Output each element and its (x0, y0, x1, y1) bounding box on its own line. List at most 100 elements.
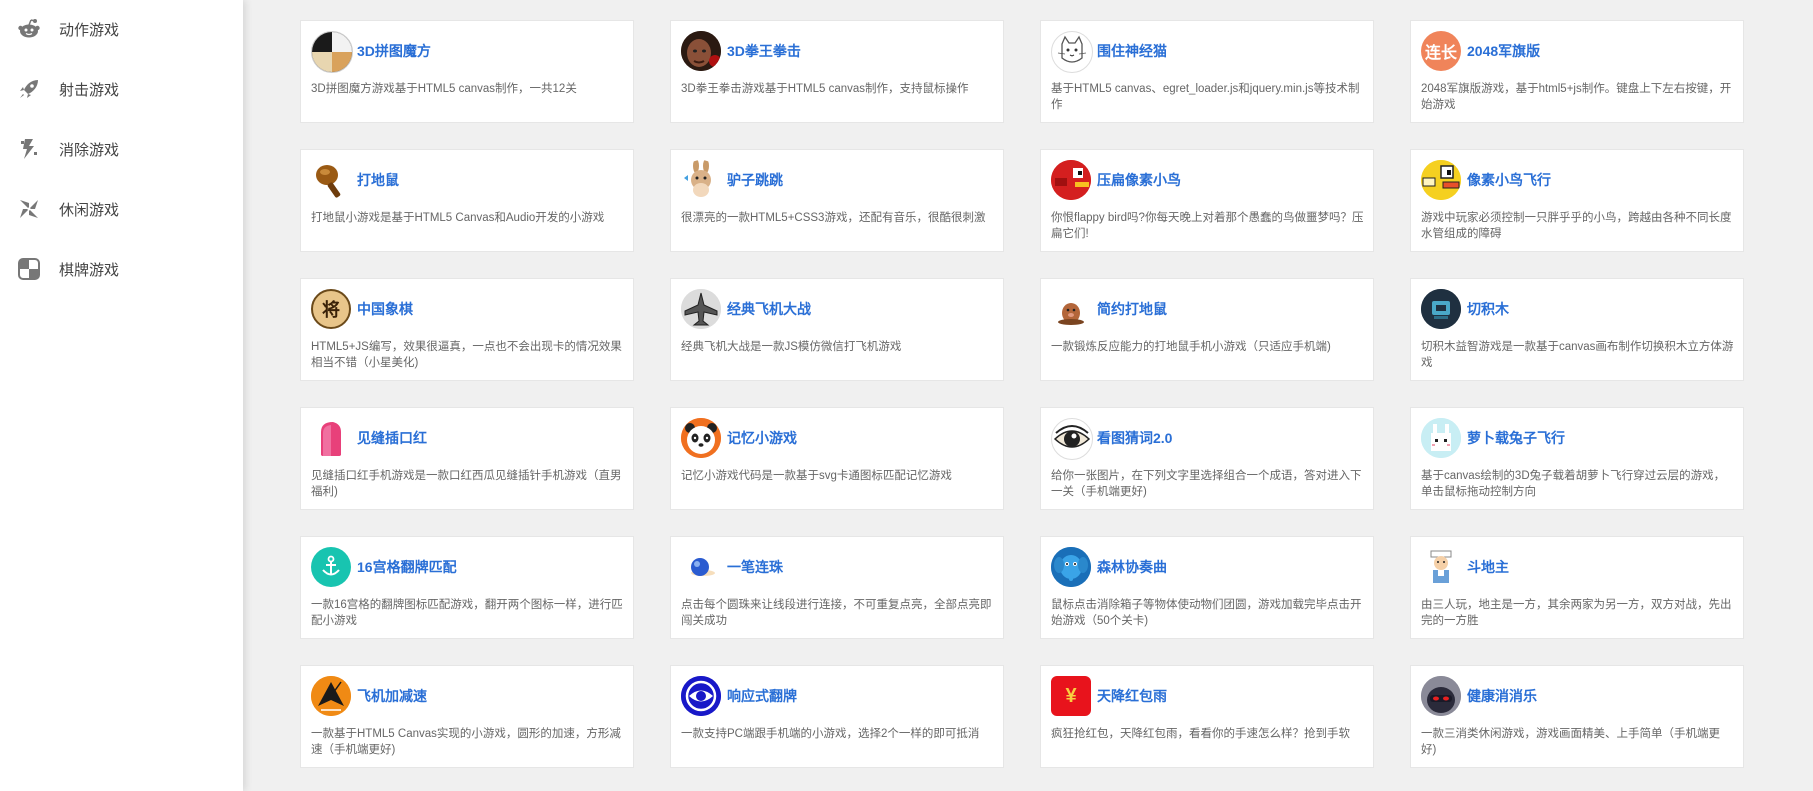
game-card[interactable]: 斗地主 由三人玩，地主是一方，其余两家为另一方，双方对战，先出完的一方胜 (1410, 536, 1744, 639)
reddit-alien-icon (17, 17, 41, 41)
game-card[interactable]: 萝卜载兔子飞行 基于canvas绘制的3D兔子载着胡萝卜飞行穿过云层的游戏，单击… (1410, 407, 1744, 510)
game-title: 斗地主 (1467, 559, 1509, 575)
game-card[interactable]: 一笔连珠 点击每个圆珠来让线段进行连接，不可重复点亮，全部点亮即闯关成功 (670, 536, 1004, 639)
badge-text: 连长 (1424, 45, 1457, 62)
red-envelope-icon: ¥ (1051, 676, 1091, 716)
eye-icon (1051, 418, 1093, 460)
game-title: 记忆小游戏 (727, 430, 797, 446)
game-grid: 3D拼图魔方 3D拼图魔方游戏基于HTML5 canvas制作，一共12关 3D… (243, 0, 1813, 791)
game-title: 看图猜词2.0 (1097, 430, 1173, 446)
game-card[interactable]: 像素小鸟飞行 游戏中玩家必须控制一只胖乎乎的小鸟，跨越由各种不同长度水管组成的障… (1410, 149, 1744, 252)
game-title: 驴子跳跳 (727, 172, 783, 188)
game-description: 一款三消类休闲游戏，游戏画面精美、上手简单（手机端更好) (1421, 728, 1720, 756)
sidebar-item-action[interactable]: 动作游戏 (0, 5, 243, 53)
boxer-face-icon (681, 31, 721, 71)
game-title: 中国象棋 (357, 301, 413, 317)
sidebar-item-label: 消除游戏 (59, 141, 120, 159)
game-card[interactable]: 经典飞机大战 经典飞机大战是一款JS模仿微信打飞机游戏 (670, 278, 1004, 381)
lightning-icon (17, 137, 41, 161)
game-card[interactable]: 森林协奏曲 鼠标点击消除箱子等物体使动物们团圆，游戏加载完毕点击开始游戏（50个… (1040, 536, 1374, 639)
game-card[interactable]: 围住神经猫 基于HTML5 canvas、egret_loader.js和jqu… (1040, 20, 1374, 123)
game-card[interactable]: 见缝插口红 见缝插口红手机游戏是一款口红西瓜见缝插针手机游戏（直男福利) (300, 407, 634, 510)
game-description: 由三人玩，地主是一方，其余两家为另一方，双方对战，先出完的一方胜 (1421, 599, 1732, 627)
rocket-icon (17, 77, 41, 101)
game-description: 基于canvas绘制的3D兔子载着胡萝卜飞行穿过云层的游戏，单击鼠标拖动控制方向 (1421, 470, 1726, 498)
game-title: 压扁像素小鸟 (1097, 172, 1181, 188)
farmer-icon (1421, 547, 1461, 587)
game-description: 基于HTML5 canvas、egret_loader.js和jquery.mi… (1051, 83, 1360, 111)
game-description: 切积木益智游戏是一款基于canvas画布制作切换积木立方体游戏 (1421, 341, 1734, 369)
donkey-icon (681, 160, 721, 200)
game-card[interactable]: 简约打地鼠 一款锻炼反应能力的打地鼠手机小游戏（只适应手机端) (1040, 278, 1374, 381)
game-card[interactable]: 3D拳王拳击 3D拳王拳击游戏基于HTML5 canvas制作，支持鼠标操作 (670, 20, 1004, 123)
game-description: HTML5+JS编写，效果很逼真，一点也不会出现卡的情况效果相当不错（小星美化) (311, 341, 622, 369)
anchor-icon (311, 547, 351, 587)
game-title: 响应式翻牌 (727, 688, 797, 704)
game-card[interactable]: 打地鼠 打地鼠小游戏是基于HTML5 Canvas和Audio开发的小游戏 (300, 149, 634, 252)
chess-piece-icon: 将 (311, 289, 351, 329)
game-card[interactable]: 将 中国象棋 HTML5+JS编写，效果很逼真，一点也不会出现卡的情况效果相当不… (300, 278, 634, 381)
game-card[interactable]: 驴子跳跳 很漂亮的一款HTML5+CSS3游戏，还配有音乐，很酷很刺激 (670, 149, 1004, 252)
sidebar-item-chess-cards[interactable]: 棋牌游戏 (0, 245, 243, 293)
panda-icon (681, 418, 721, 458)
game-title: 切积木 (1467, 301, 1509, 317)
game-description: 记忆小游戏代码是一款基于svg卡通图标匹配记忆游戏 (681, 470, 952, 482)
game-description: 点击每个圆珠来让线段进行连接，不可重复点亮，全部点亮即闯关成功 (681, 599, 992, 627)
game-title: 天降红包雨 (1097, 688, 1167, 704)
game-description: 疯狂抢红包，天降红包雨，看看你的手速怎么样？抢到手软 (1051, 728, 1350, 740)
game-title: 2048军旗版 (1467, 43, 1541, 59)
mallet-icon (311, 160, 351, 200)
game-card[interactable]: 切积木 切积木益智游戏是一款基于canvas画布制作切换积木立方体游戏 (1410, 278, 1744, 381)
game-description: 3D拼图魔方游戏基于HTML5 canvas制作，一共12关 (311, 83, 577, 95)
game-title: 简约打地鼠 (1097, 301, 1167, 317)
eye-ring-icon (681, 676, 721, 716)
rabbit-icon (1421, 418, 1461, 458)
game-card[interactable]: 16宫格翻牌匹配 一款16宫格的翻牌图标匹配游戏，翻开两个图标一样，进行匹配小游… (300, 536, 634, 639)
block-icon (1421, 289, 1461, 329)
game-card[interactable]: 健康消消乐 一款三消类休闲游戏，游戏画面精美、上手简单（手机端更好) (1410, 665, 1744, 768)
jet-icon (311, 676, 351, 716)
game-title: 见缝插口红 (357, 430, 427, 446)
lipstick-icon (311, 418, 351, 458)
game-description: 一款基于HTML5 Canvas实现的小游戏，圆形的加速，方形减速（手机端更好) (311, 728, 621, 756)
sidebar-item-elimination[interactable]: 消除游戏 (0, 125, 243, 173)
game-card[interactable]: 3D拼图魔方 3D拼图魔方游戏基于HTML5 canvas制作，一共12关 (300, 20, 634, 123)
game-title: 像素小鸟飞行 (1467, 172, 1551, 188)
game-card[interactable]: ¥ 天降红包雨 疯狂抢红包，天降红包雨，看看你的手速怎么样？抢到手软 (1040, 665, 1374, 768)
game-card[interactable]: 响应式翻牌 一款支持PC端跟手机端的小游戏，选择2个一样的即可抵消 (670, 665, 1004, 768)
yellow-bird-icon (1421, 160, 1461, 200)
board-grid-icon (17, 257, 41, 281)
sidebar-item-label: 射击游戏 (59, 81, 120, 99)
game-description: 3D拳王拳击游戏基于HTML5 canvas制作，支持鼠标操作 (681, 83, 969, 95)
game-description: 很漂亮的一款HTML5+CSS3游戏，还配有音乐，很酷很刺激 (681, 212, 986, 224)
plane-icon (681, 289, 721, 329)
game-title: 萝卜载兔子飞行 (1467, 430, 1565, 446)
game-card[interactable]: 记忆小游戏 记忆小游戏代码是一款基于svg卡通图标匹配记忆游戏 (670, 407, 1004, 510)
game-title: 3D拼图魔方 (357, 43, 431, 59)
game-title: 一笔连珠 (727, 559, 783, 575)
sidebar-item-shooting[interactable]: 射击游戏 (0, 65, 243, 113)
game-description: 见缝插口红手机游戏是一款口红西瓜见缝插针手机游戏（直男福利) (311, 470, 622, 498)
ninja-icon (1421, 676, 1461, 716)
sidebar: 动作游戏 射击游戏 消除游戏 休闲游戏 棋牌游戏 (0, 0, 243, 791)
game-card[interactable]: 飞机加减速 一款基于HTML5 Canvas实现的小游戏，圆形的加速，方形减速（… (300, 665, 634, 768)
sidebar-item-label: 动作游戏 (59, 21, 120, 39)
game-title: 森林协奏曲 (1097, 559, 1167, 575)
lianzhang-badge-icon: 连长 (1421, 31, 1461, 71)
game-description: 打地鼠小游戏是基于HTML5 Canvas和Audio开发的小游戏 (311, 212, 605, 224)
game-description: 游戏中玩家必须控制一只胖乎乎的小鸟，跨越由各种不同长度水管组成的障碍 (1421, 212, 1732, 240)
badge-text: 将 (322, 300, 340, 320)
blue-ball-icon (681, 547, 721, 587)
sidebar-item-label: 休闲游戏 (59, 201, 120, 219)
game-card[interactable]: 压扁像素小鸟 你恨flappy bird吗?你每天晚上对着那个愚蠢的鸟做噩梦吗？… (1040, 149, 1374, 252)
sidebar-item-casual[interactable]: 休闲游戏 (0, 185, 243, 233)
game-description: 一款锻炼反应能力的打地鼠手机小游戏（只适应手机端) (1051, 341, 1331, 353)
game-title: 飞机加减速 (357, 688, 427, 704)
game-title: 16宫格翻牌匹配 (357, 559, 457, 575)
game-description: 经典飞机大战是一款JS模仿微信打飞机游戏 (681, 341, 902, 353)
game-card[interactable]: 连长 2048军旗版 2048军旗版游戏，基于html5+js制作。键盘上下左右… (1410, 20, 1744, 123)
game-description: 一款支持PC端跟手机端的小游戏，选择2个一样的即可抵消 (681, 728, 980, 740)
game-card[interactable]: 看图猜词2.0 给你一张图片，在下列文字里选择组合一个成语，答对进入下一关（手机… (1040, 407, 1374, 510)
game-title: 围住神经猫 (1097, 43, 1167, 59)
cat-icon (1051, 31, 1093, 73)
